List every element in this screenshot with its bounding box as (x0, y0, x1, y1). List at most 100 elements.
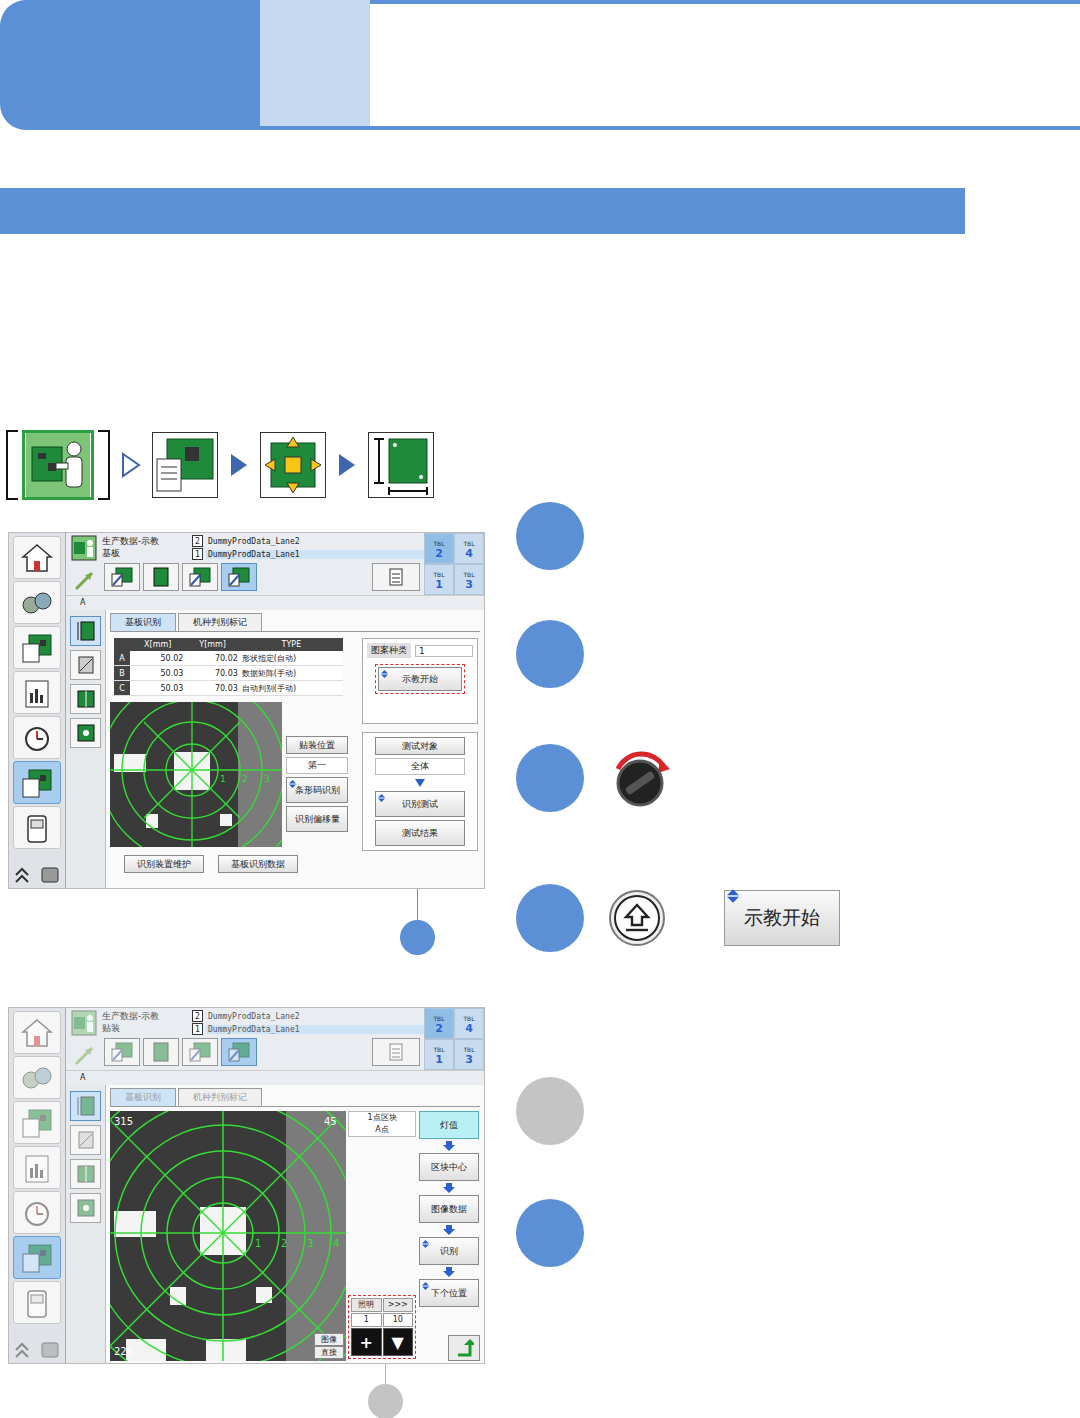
sidebar-item[interactable] (13, 1191, 61, 1234)
sidebar-item[interactable] (13, 1011, 61, 1054)
teach-icon[interactable] (22, 430, 94, 500)
ring-label: 2 (242, 774, 248, 784)
sd-card-icon[interactable] (39, 865, 61, 885)
document-button[interactable] (372, 1038, 420, 1066)
recognition-icon[interactable] (260, 432, 326, 498)
toolbar-button[interactable] (104, 563, 140, 591)
table-row[interactable]: C50.0370.03自动判别(手动) (114, 681, 343, 696)
lane-item[interactable]: 1DummyProdData_Lane1 (192, 1023, 424, 1035)
toolbar-button[interactable] (143, 563, 179, 591)
table-number: 2 (435, 1024, 443, 1034)
toolbar-button[interactable] (182, 563, 218, 591)
tab[interactable]: 基板识别 (110, 1088, 176, 1106)
table-button[interactable]: TBL4 (454, 1008, 484, 1039)
table-button[interactable]: TBL4 (454, 533, 484, 564)
flow-step-button[interactable]: 下个位置 (419, 1279, 479, 1307)
sidebar-item[interactable] (13, 581, 61, 624)
tab-bar: 基板识别机种判别标记 (110, 613, 480, 632)
sidebar-item[interactable] (13, 716, 61, 759)
flow-step-button[interactable]: 识别 (419, 1237, 479, 1265)
sidebar-item[interactable] (13, 1146, 61, 1189)
table-button[interactable]: TBL3 (454, 1039, 484, 1070)
lighting-adjust-button[interactable]: + (351, 1328, 382, 1356)
table-button[interactable]: TBL2 (424, 533, 454, 564)
test-target-field[interactable]: 全体 (375, 758, 465, 775)
chevron-up-icon[interactable] (13, 865, 31, 885)
lighting-adjust-button[interactable]: ▼ (383, 1328, 414, 1356)
flow-step-button[interactable]: 图像数据 (419, 1195, 479, 1223)
angle-label: 225 (114, 1346, 133, 1357)
sub-sidebar-item[interactable] (70, 1091, 101, 1121)
block-point: A点 (375, 1124, 388, 1136)
sd-card-icon[interactable] (39, 1340, 61, 1360)
table-row[interactable]: B50.0370.03数据矩阵(手动) (114, 666, 343, 681)
flow-step-button[interactable]: 区块中心 (419, 1153, 479, 1181)
board-recognition-icon[interactable] (368, 432, 434, 498)
lighting-more-button[interactable]: >>> (383, 1298, 414, 1312)
sub-sidebar-item[interactable] (70, 616, 101, 646)
bottom-button[interactable]: 基板识别数据 (218, 855, 298, 873)
image-mode-button[interactable]: 图像 (314, 1333, 344, 1346)
sub-sidebar (66, 610, 106, 888)
table-button[interactable]: TBL1 (424, 1039, 454, 1070)
sub-sidebar-item[interactable] (70, 1125, 101, 1155)
table-label: TBL (463, 570, 474, 580)
sub-sidebar-item[interactable] (70, 1193, 101, 1223)
flow-step-button[interactable]: 灯值 (419, 1111, 479, 1139)
pen-arrow-icon[interactable] (72, 1044, 96, 1068)
side-button[interactable]: 条形码识别 (286, 777, 348, 803)
sub-sidebar-item[interactable] (70, 1159, 101, 1189)
tab[interactable]: 机种判别标记 (178, 613, 262, 631)
test-button[interactable]: 识别测试 (375, 791, 465, 817)
sidebar-item[interactable] (13, 761, 61, 804)
tab[interactable]: 基板识别 (110, 613, 176, 631)
pattern-value[interactable]: 1 (415, 645, 473, 657)
pen-arrow-icon[interactable] (72, 569, 96, 593)
teach-start-button[interactable]: 示教开始 (378, 667, 462, 691)
toolbar-button[interactable] (221, 1038, 257, 1066)
sidebar-item[interactable] (13, 806, 61, 849)
table-button[interactable]: TBL3 (454, 564, 484, 595)
production-data-icon[interactable] (152, 432, 218, 498)
sub-sidebar-item[interactable] (70, 650, 101, 680)
sub-sidebar-item[interactable] (70, 684, 101, 714)
table-row[interactable]: A50.0270.02形状指定(自动) (114, 651, 343, 666)
sidebar-item[interactable] (13, 1056, 61, 1099)
subtitle-text: 贴装 (102, 1022, 188, 1034)
sub-sidebar-item[interactable] (70, 718, 101, 748)
teach-start-button[interactable]: 示教开始 (724, 890, 840, 946)
table-button[interactable]: TBL2 (424, 1008, 454, 1039)
toolbar-button[interactable] (221, 563, 257, 591)
sidebar-item[interactable] (13, 626, 61, 669)
screenshot: 生产数据-示教贴装2DummyProdData_Lane21DummyProdD… (8, 1007, 485, 1364)
tool-icon (110, 566, 134, 588)
toolbar (102, 561, 424, 593)
mount-position-field[interactable]: 第一 (286, 757, 348, 774)
document-button[interactable] (372, 563, 420, 591)
ring-label: 3 (264, 774, 270, 784)
sidebar-item[interactable] (13, 1236, 61, 1279)
image-mode-button[interactable]: 直接 (314, 1346, 344, 1359)
sidebar-footer (13, 1340, 61, 1360)
table-button[interactable]: TBL1 (424, 564, 454, 595)
toolbar-button[interactable] (143, 1038, 179, 1066)
title-row: 生产数据-示教基板2DummyProdData_Lane21DummyProdD… (102, 533, 424, 561)
bottom-button[interactable]: 识别装置维护 (124, 855, 204, 873)
test-button[interactable]: 测试结果 (375, 820, 465, 846)
side-button[interactable]: 识别偏移量 (286, 806, 348, 832)
sidebar-item[interactable] (13, 1101, 61, 1144)
camera-row: 123贴装位置第一 条形码识别 识别偏移量 (110, 702, 348, 847)
sidebar-item[interactable] (13, 1281, 61, 1324)
lane-item[interactable]: 1DummyProdData_Lane1 (192, 548, 424, 560)
chevron-up-icon[interactable] (13, 1340, 31, 1360)
sidebar-item[interactable] (13, 536, 61, 579)
tab[interactable]: 机种判别标记 (178, 1088, 262, 1106)
sidebar-item[interactable] (13, 671, 61, 714)
test-target-button[interactable]: 测试对象 (375, 737, 465, 755)
toolbar-button[interactable] (182, 1038, 218, 1066)
lane-item[interactable]: 2DummyProdData_Lane2 (192, 1010, 424, 1022)
toolbar-button[interactable] (104, 1038, 140, 1066)
mount-position-button[interactable]: 贴装位置 (286, 736, 348, 754)
back-button[interactable] (448, 1335, 480, 1361)
lane-item[interactable]: 2DummyProdData_Lane2 (192, 535, 424, 547)
